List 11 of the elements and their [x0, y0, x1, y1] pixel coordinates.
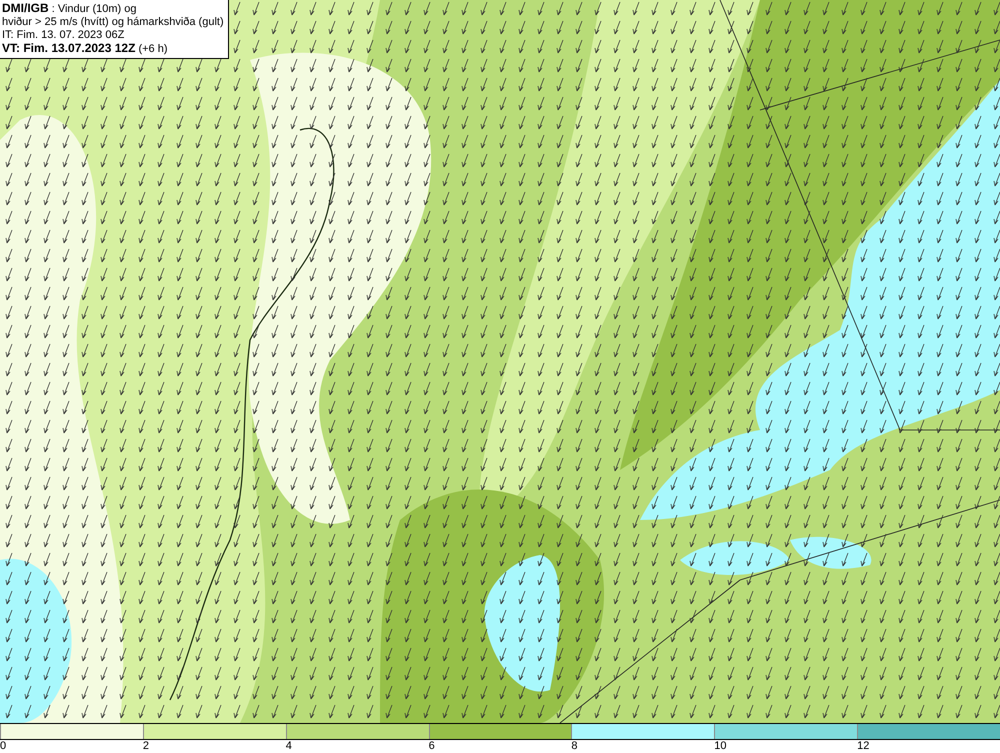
legend-label: 12: [857, 740, 870, 753]
legend-label: 0: [0, 740, 6, 753]
title-line: hviður > 25 m/s (hvítt) og hámarkshviða (gult): [2, 16, 224, 29]
legend-label: 2: [142, 740, 149, 753]
legend-label: 8: [571, 740, 578, 753]
legend-label: 4: [286, 740, 292, 753]
title-line: DMI/IGB : Vindur (10m) og: [2, 2, 138, 16]
legend-label: 10: [714, 740, 727, 753]
title-line: VT: Fim. 13.07.2023 12Z (+6 h): [2, 42, 169, 56]
legend-label: 6: [428, 740, 435, 753]
title-line: IT: Fim. 13. 07. 2023 06Z: [2, 29, 126, 42]
